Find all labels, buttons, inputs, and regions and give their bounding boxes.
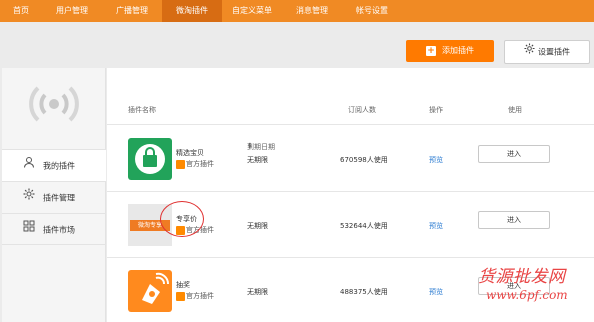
expire-date: 无期限 bbox=[247, 156, 268, 164]
nav-weitao-plugins[interactable]: 微淘插件 bbox=[162, 0, 222, 22]
gear-icon bbox=[524, 41, 535, 63]
plugin-thumbnail bbox=[128, 138, 172, 180]
user-icon bbox=[23, 150, 37, 182]
table-row: 精选宝贝 官方插件 无期限 670598人使用 预览 进入 bbox=[107, 126, 594, 192]
header-use: 使用 bbox=[508, 106, 522, 114]
annotation-circle bbox=[160, 201, 204, 237]
sidebar-item-plugin-market[interactable]: 插件市场 bbox=[2, 213, 106, 245]
preview-link[interactable]: 预览 bbox=[429, 287, 443, 297]
official-badge-icon bbox=[176, 159, 185, 169]
table-header: 插件名称 到期日期 ⬇ 订阅人数 操作 使用 bbox=[107, 68, 594, 151]
shopping-bag-icon bbox=[135, 144, 165, 174]
plugin-settings-button[interactable]: 设置插件 bbox=[504, 40, 590, 64]
official-tag: 官方插件 bbox=[176, 159, 214, 169]
top-nav: 首页 用户管理 广播管理 微淘插件 自定义菜单 消息管理 帐号设置 bbox=[0, 0, 594, 22]
plugin-name: 抽奖 bbox=[176, 281, 190, 289]
nav-account-settings[interactable]: 帐号设置 bbox=[342, 0, 402, 22]
watermark-line-2: www.6pf.com bbox=[486, 288, 568, 302]
plugin-thumbnail bbox=[128, 270, 172, 312]
enter-button[interactable]: 进入 bbox=[478, 145, 550, 163]
sidebar-item-my-plugins[interactable]: 我的插件 bbox=[2, 149, 106, 181]
add-plugin-label: 添加插件 bbox=[442, 46, 474, 55]
preview-link[interactable]: 预览 bbox=[429, 155, 443, 165]
plugin-settings-label: 设置插件 bbox=[538, 47, 570, 57]
sidebar-item-plugin-management[interactable]: 插件管理 bbox=[2, 181, 106, 213]
nav-home[interactable]: 首页 bbox=[0, 0, 42, 22]
sidebar-item-label: 插件市场 bbox=[43, 225, 75, 235]
sidebar: 我的插件 插件管理 插件市场 bbox=[2, 68, 106, 322]
nav-user-management[interactable]: 用户管理 bbox=[42, 0, 102, 22]
header-subscribers: 订阅人数 bbox=[348, 106, 376, 114]
plus-icon: + bbox=[426, 45, 436, 56]
official-badge-icon bbox=[176, 291, 185, 301]
enter-button[interactable]: 进入 bbox=[478, 211, 550, 229]
header-operation: 操作 bbox=[429, 106, 443, 114]
grid-icon bbox=[23, 214, 37, 246]
official-tag: 官方插件 bbox=[176, 291, 214, 301]
header-plugin-name: 插件名称 bbox=[128, 106, 156, 114]
lottery-hand-icon bbox=[142, 272, 170, 304]
add-plugin-button[interactable]: + 添加插件 bbox=[406, 40, 494, 62]
plugin-name: 精选宝贝 bbox=[176, 149, 204, 157]
expire-date: 无期限 bbox=[247, 222, 268, 230]
subscriber-count: 532644人使用 bbox=[340, 222, 388, 230]
preview-link[interactable]: 预览 bbox=[429, 221, 443, 231]
nav-message-management[interactable]: 消息管理 bbox=[282, 0, 342, 22]
nav-custom-menu[interactable]: 自定义菜单 bbox=[222, 0, 282, 22]
subscriber-count: 488375人使用 bbox=[340, 288, 388, 296]
subscriber-count: 670598人使用 bbox=[340, 156, 388, 164]
gear-icon bbox=[23, 182, 37, 214]
sidebar-item-label: 插件管理 bbox=[43, 193, 75, 203]
expire-date: 无期限 bbox=[247, 288, 268, 296]
broadcast-logo-icon bbox=[28, 82, 80, 126]
nav-broadcast-management[interactable]: 广播管理 bbox=[102, 0, 162, 22]
watermark: 货源批发网 www.6pf.com bbox=[478, 262, 592, 320]
sidebar-item-label: 我的插件 bbox=[43, 161, 75, 171]
watermark-line-1: 货源批发网 bbox=[478, 267, 566, 287]
